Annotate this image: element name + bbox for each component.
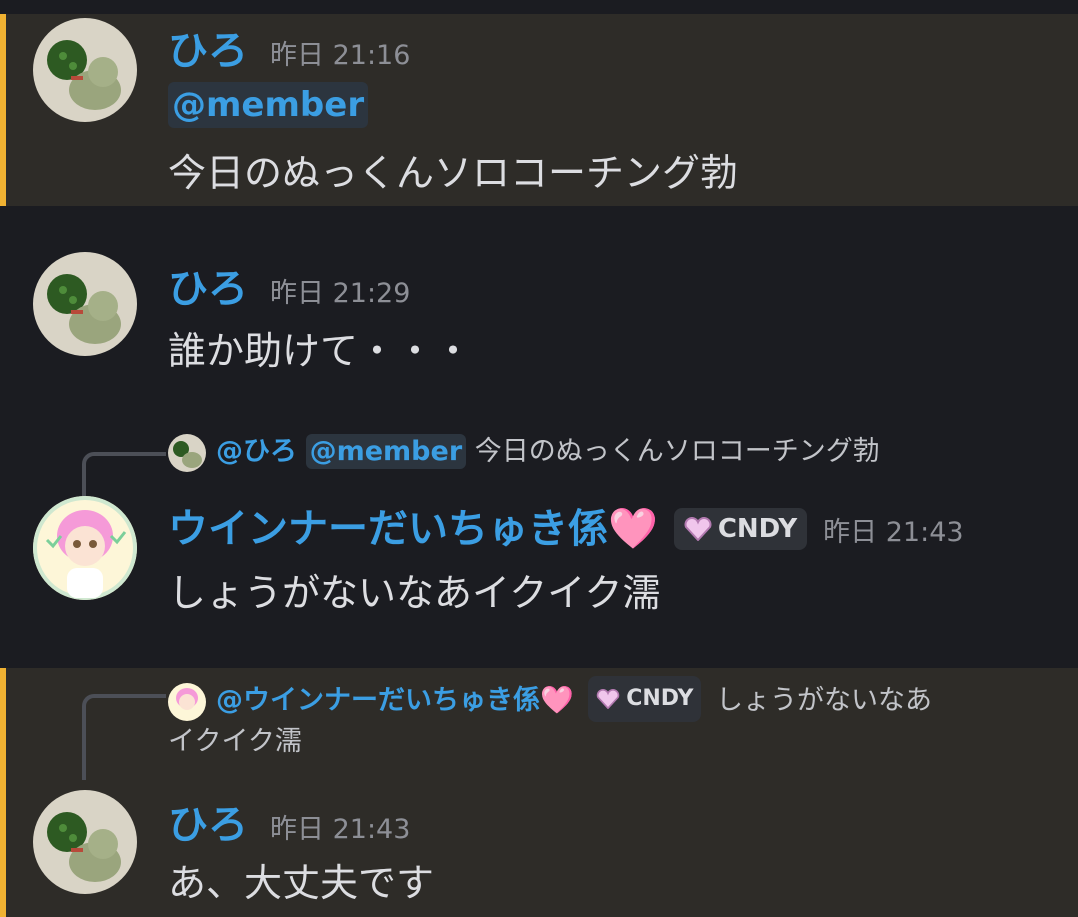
reply-connector bbox=[82, 452, 166, 496]
chat-log: ひろ 昨日 21:16 @member 今日のぬっくんソロコーチング勃 ひろ 昨… bbox=[0, 0, 1078, 917]
reply-text: 今日のぬっくんソロコーチング勃 bbox=[474, 436, 880, 467]
message-text: あ、大丈夫です bbox=[168, 861, 435, 905]
reply-preview[interactable]: @ひろ @member 今日のぬっくんソロコーチング勃 bbox=[168, 432, 880, 472]
username[interactable]: ひろ bbox=[168, 266, 248, 312]
timestamp: 昨日 21:43 bbox=[823, 516, 964, 548]
reply-username[interactable]: @ウインナーだいちゅき係🩷 bbox=[216, 685, 574, 716]
avatar-mini bbox=[168, 682, 206, 721]
username[interactable]: ウインナーだいちゅき係🩷 bbox=[168, 506, 658, 552]
avatar[interactable] bbox=[33, 252, 137, 356]
reply-username[interactable]: @ひろ bbox=[216, 436, 297, 467]
reply-preview[interactable]: @ウインナーだいちゅき係🩷 CNDY しょうがないなあ イクイク濡 bbox=[168, 676, 1048, 762]
message-highlighted-reply[interactable]: @ウインナーだいちゅき係🩷 CNDY しょうがないなあ イクイク濡 ひろ 昨日 … bbox=[0, 668, 1078, 917]
role-mention[interactable]: @member bbox=[168, 82, 369, 128]
message-text: しょうがないなあイクイク濡 bbox=[168, 571, 661, 615]
message-highlighted[interactable]: ひろ 昨日 21:16 @member 今日のぬっくんソロコーチング勃 bbox=[0, 14, 1078, 206]
heart-gem-icon bbox=[596, 689, 620, 709]
message[interactable]: ひろ 昨日 21:29 誰か助けて・・・ bbox=[0, 206, 1078, 406]
username[interactable]: ひろ bbox=[168, 28, 248, 74]
message-reply[interactable]: @ひろ @member 今日のぬっくんソロコーチング勃 ウインナーだいちゅき係🩷… bbox=[0, 406, 1078, 668]
reply-connector bbox=[82, 694, 166, 780]
username[interactable]: ひろ bbox=[168, 802, 248, 848]
reply-text: しょうがないなあ bbox=[715, 685, 932, 716]
clan-tag[interactable]: CNDY bbox=[588, 676, 702, 722]
avatar[interactable] bbox=[33, 790, 137, 894]
clan-tag[interactable]: CNDY bbox=[673, 508, 808, 550]
timestamp: 昨日 21:16 bbox=[270, 40, 411, 71]
heart-gem-icon bbox=[684, 517, 712, 541]
message-text: 今日のぬっくんソロコーチング勃 bbox=[168, 151, 739, 195]
message-text: 誰か助けて・・・ bbox=[168, 329, 473, 373]
avatar-mini bbox=[168, 433, 206, 472]
avatar[interactable] bbox=[33, 496, 137, 600]
reply-text-continued: イクイク濡 bbox=[168, 726, 302, 757]
heart-emoji: 🩷 bbox=[540, 685, 574, 716]
timestamp: 昨日 21:43 bbox=[270, 814, 411, 845]
role-mention[interactable]: @member bbox=[305, 434, 467, 469]
timestamp: 昨日 21:29 bbox=[270, 278, 411, 309]
heart-emoji: 🩷 bbox=[608, 506, 658, 552]
avatar[interactable] bbox=[33, 18, 137, 122]
